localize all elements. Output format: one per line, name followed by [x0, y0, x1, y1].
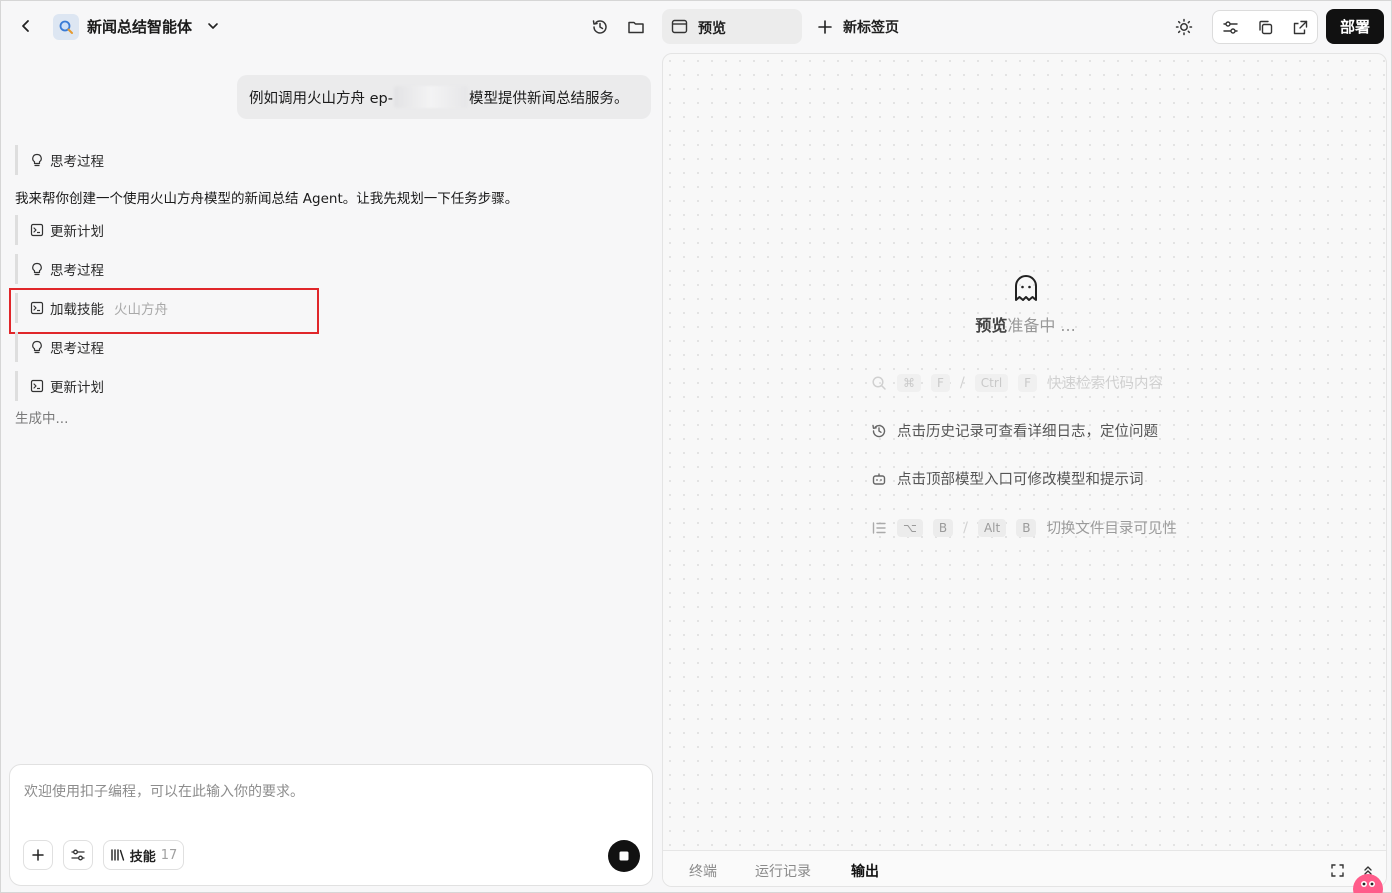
step-label: 更新计划: [50, 224, 104, 240]
folder-icon: [628, 21, 644, 34]
key-alt: Alt: [977, 518, 1007, 537]
tab-preview-label: 预览: [698, 21, 726, 37]
step-label: 思考过程: [50, 341, 104, 357]
sun-icon: [1175, 18, 1193, 36]
step-update-plan[interactable]: 更新计划: [15, 371, 104, 401]
key-option: ⌥: [897, 518, 923, 537]
highlight-annotation: [9, 288, 319, 334]
stop-icon: [619, 851, 629, 861]
external-link-icon: [1293, 20, 1307, 34]
app-window: 新闻总结智能体 预览 新标签页 部署 例如调用火山方舟 ep- 模型提供新闻总结…: [0, 0, 1392, 893]
file-tree-icon: [872, 521, 886, 534]
hint-history-text: 点击历史记录可查看详细日志，定位问题: [897, 424, 1158, 440]
deploy-button[interactable]: 部署: [1326, 9, 1384, 44]
sliders-icon: [71, 849, 85, 861]
tab-output[interactable]: 输出: [851, 861, 879, 881]
preview-status-soft: 准备中 ...: [1007, 316, 1076, 335]
chat-panel: 例如调用火山方舟 ep- 模型提供新闻总结服务。 思考过程 我来帮你创建一个使用火…: [1, 53, 661, 893]
add-attachment-button[interactable]: [23, 840, 53, 870]
copy-button[interactable]: [1252, 14, 1278, 40]
top-bar: 新闻总结智能体 预览 新标签页 部署: [1, 1, 1392, 53]
ghost-icon: [1015, 275, 1037, 301]
tab-terminal[interactable]: 终端: [689, 861, 717, 881]
theme-toggle-button[interactable]: [1171, 14, 1197, 40]
key-f: F: [1018, 373, 1038, 392]
terminal-icon: [30, 379, 44, 393]
step-label: 思考过程: [50, 263, 104, 279]
chevron-down-icon: [208, 23, 218, 29]
tab-new-label: 新标签页: [843, 20, 899, 36]
lightbulb-icon: [32, 262, 42, 276]
folder-button[interactable]: [623, 14, 649, 40]
history-icon: [872, 424, 886, 437]
key-b: B: [1016, 518, 1037, 537]
key-separator: /: [963, 519, 968, 536]
options-button[interactable]: [63, 840, 93, 870]
stop-generation-button[interactable]: [608, 840, 640, 872]
magnifier-icon: [59, 20, 73, 34]
skills-count: 17: [160, 847, 178, 863]
copy-icon: [1258, 20, 1272, 34]
user-message-suffix: 模型提供新闻总结服务。: [468, 90, 629, 107]
skills-button[interactable]: 技能 17: [103, 840, 184, 870]
lightbulb-icon: [32, 153, 42, 167]
bottom-tab-bar: 终端 运行记录 输出: [663, 850, 1386, 886]
generating-status: 生成中...: [15, 411, 69, 427]
hint-history: 点击历史记录可查看详细日志，定位问题: [871, 420, 1158, 441]
plus-icon: [818, 20, 832, 34]
key-cmd: ⌘: [897, 373, 921, 392]
key-ctrl: Ctrl: [974, 373, 1009, 392]
key-separator: /: [959, 374, 965, 391]
redacted-text: [393, 86, 468, 108]
step-thinking[interactable]: 思考过程: [15, 332, 104, 362]
hint-file-tree: ⌥ B / Alt B 切换文件目录可见性: [871, 517, 1177, 538]
user-message: 例如调用火山方舟 ep- 模型提供新闻总结服务。: [237, 75, 651, 119]
chevron-left-icon: [22, 20, 29, 32]
open-external-button[interactable]: [1287, 14, 1313, 40]
step-thinking[interactable]: 思考过程: [15, 254, 104, 284]
history-button[interactable]: [587, 14, 613, 40]
fullscreen-button[interactable]: [1324, 857, 1350, 883]
terminal-icon: [30, 223, 44, 237]
plus-icon: [32, 849, 44, 861]
tab-preview[interactable]: 预览: [662, 9, 802, 44]
toolbar-group: [1212, 10, 1318, 44]
hint-model-text: 点击顶部模型入口可修改模型和提示词: [897, 472, 1144, 488]
skills-label: 技能: [129, 849, 156, 865]
title-dropdown[interactable]: [204, 17, 222, 35]
step-update-plan[interactable]: 更新计划: [15, 215, 104, 245]
user-message-prefix: 例如调用火山方舟 ep-: [249, 90, 393, 107]
step-label: 思考过程: [50, 154, 104, 170]
composer: 欢迎使用扣子编程，可以在此输入你的要求。 技能 17: [9, 764, 653, 886]
tab-new[interactable]: 新标签页: [817, 17, 899, 37]
hint-model: 点击顶部模型入口可修改模型和提示词: [871, 468, 1144, 489]
lightbulb-icon: [32, 340, 42, 354]
history-icon: [592, 20, 607, 34]
tab-run-log[interactable]: 运行记录: [755, 861, 811, 881]
hint-file-tree-text: 切换文件目录可见性: [1046, 521, 1177, 537]
preview-panel: 预览准备中 ... ⌘ F / Ctrl F 快速检索代码内容 点击历史记录可查…: [662, 53, 1387, 887]
library-icon: [111, 849, 124, 861]
search-icon: [872, 375, 886, 390]
composer-input[interactable]: 欢迎使用扣子编程，可以在此输入你的要求。: [24, 781, 304, 801]
hint-search-text: 快速检索代码内容: [1047, 376, 1164, 392]
sliders-icon: [1222, 20, 1238, 34]
back-button[interactable]: [15, 15, 37, 37]
hint-search: ⌘ F / Ctrl F 快速检索代码内容: [871, 372, 1163, 393]
step-label: 更新计划: [50, 380, 104, 396]
expand-icon: [1330, 863, 1344, 877]
app-title[interactable]: 新闻总结智能体: [87, 16, 192, 37]
settings-button[interactable]: [1217, 14, 1243, 40]
preview-status: 预览准备中 ...: [663, 312, 1386, 336]
robot-icon: [872, 473, 886, 485]
key-b: B: [932, 518, 954, 537]
assistant-reply: 我来帮你创建一个使用火山方舟模型的新闻总结 Agent。让我先规划一下任务步骤。: [15, 191, 519, 207]
key-f: F: [931, 373, 950, 392]
app-logo: [53, 14, 79, 40]
preview-status-strong: 预览: [975, 316, 1008, 335]
step-thinking[interactable]: 思考过程: [15, 145, 104, 175]
browser-window-icon: [671, 19, 688, 34]
